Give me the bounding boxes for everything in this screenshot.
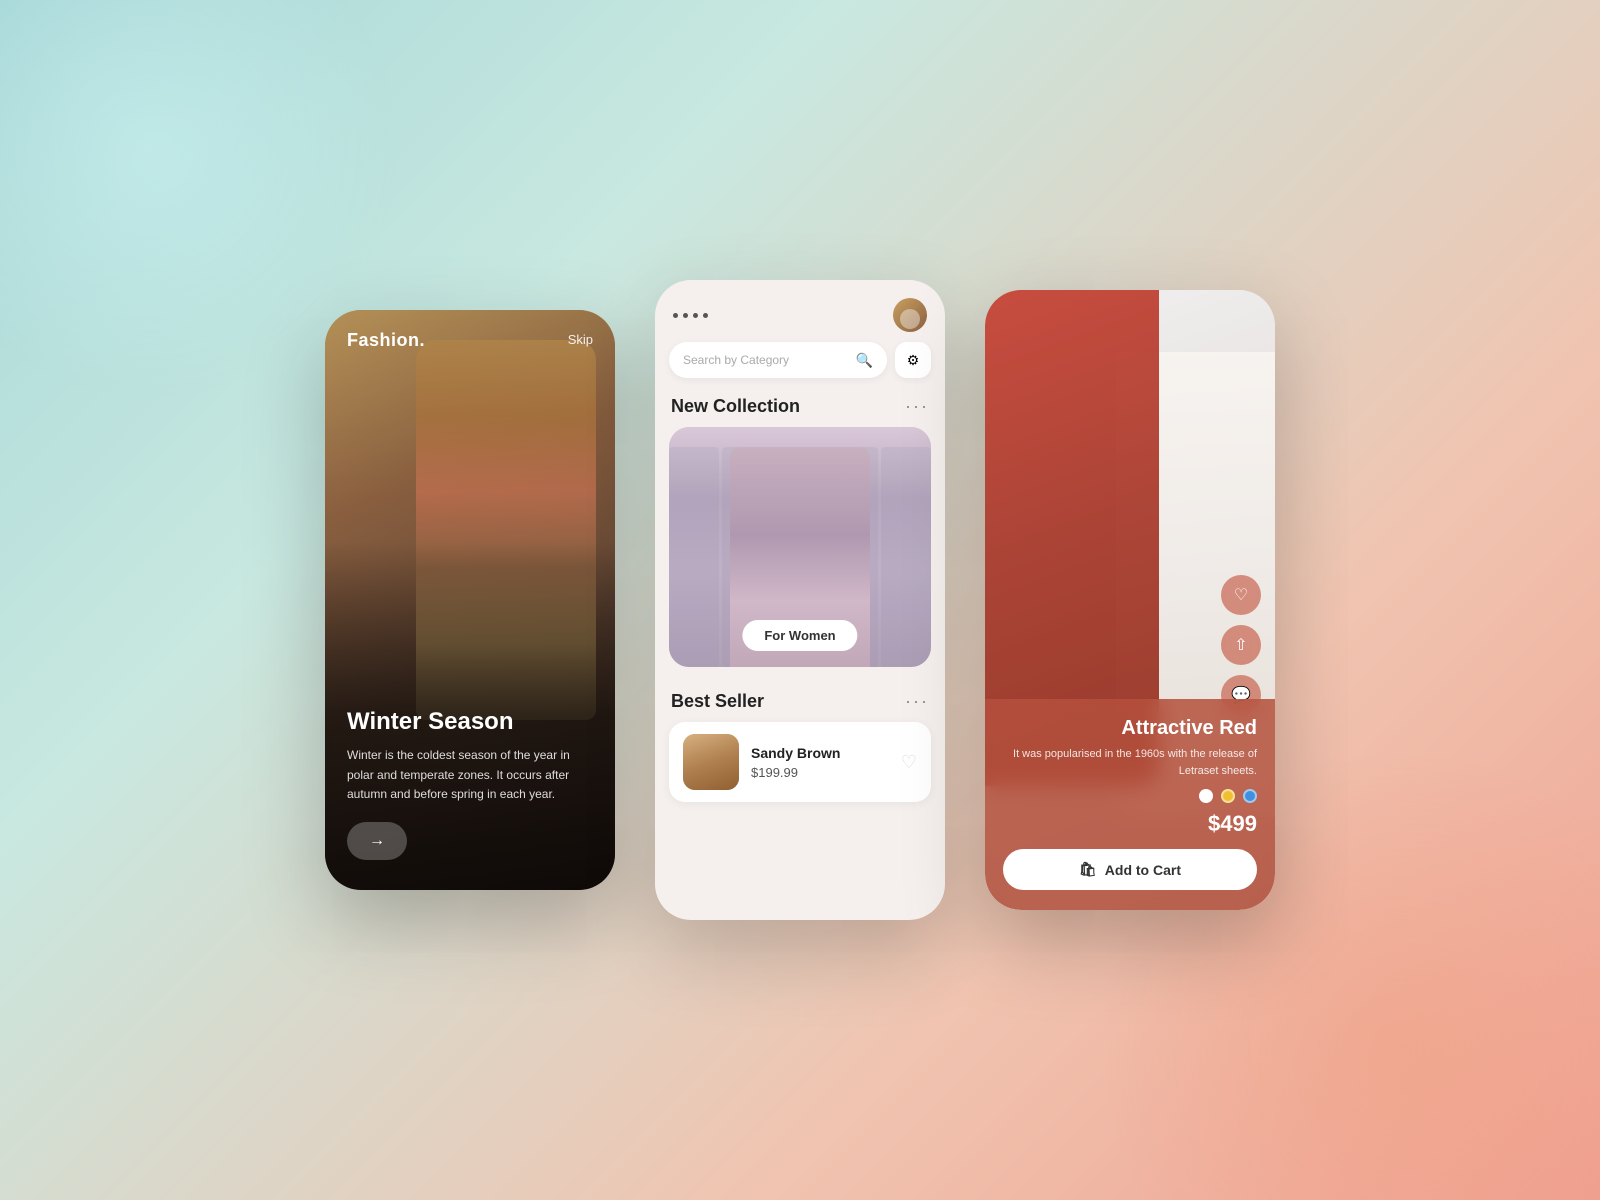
item-thumb-bg — [683, 734, 739, 790]
search-icon: 🔍 — [856, 352, 873, 369]
phone2-header — [655, 280, 945, 342]
dot4 — [703, 313, 708, 318]
dot3 — [693, 313, 698, 318]
splash-title: Winter Season — [347, 708, 593, 737]
bestseller-more[interactable]: ··· — [905, 691, 929, 712]
cart-icon: 🛍 — [1079, 861, 1097, 878]
dot1 — [673, 313, 678, 318]
avatar-face — [900, 309, 920, 329]
search-row: Search by Category 🔍 ⚙ — [655, 342, 945, 390]
bestseller-item[interactable]: Sandy Brown $199.99 ♡ — [669, 722, 931, 802]
item-name: Sandy Brown — [751, 745, 889, 761]
product-actions: ♡ ⇧ 💬 — [1221, 575, 1261, 715]
color-white[interactable] — [1199, 789, 1213, 803]
phone-1-splash: Fashion. Skip Winter Season Winter is th… — [325, 310, 615, 890]
bestseller-header: Best Seller ··· — [655, 685, 945, 722]
item-info: Sandy Brown $199.99 — [751, 745, 889, 780]
color-blue[interactable] — [1243, 789, 1257, 803]
product-price: $499 — [1003, 811, 1257, 837]
for-women-label: For Women — [742, 620, 857, 651]
new-collection-title: New Collection — [671, 396, 800, 417]
collection-card[interactable]: For Women — [669, 427, 931, 667]
filter-button[interactable]: ⚙ — [895, 342, 931, 378]
search-placeholder-text: Search by Category — [683, 353, 850, 367]
new-collection-more[interactable]: ··· — [905, 396, 929, 417]
dot2 — [683, 313, 688, 318]
item-price: $199.99 — [751, 765, 889, 780]
splash-description: Winter is the coldest season of the year… — [347, 746, 593, 804]
bestseller-title: Best Seller — [671, 691, 764, 712]
product-description: It was popularised in the 1960s with the… — [1003, 746, 1257, 779]
phone-2-category: Search by Category 🔍 ⚙ New Collection ··… — [655, 280, 945, 920]
product-share-button[interactable]: ⇧ — [1221, 625, 1261, 665]
product-heart-button[interactable]: ♡ — [1221, 575, 1261, 615]
phone-3-product: ♡ ⇧ 💬 Attractive Red It was popularised … — [985, 290, 1275, 910]
wishlist-button[interactable]: ♡ — [901, 752, 917, 773]
add-to-cart-button[interactable]: 🛍 Add to Cart — [1003, 849, 1257, 890]
bestseller-section: Best Seller ··· Sandy Brown $199.99 ♡ — [655, 681, 945, 802]
avatar[interactable] — [893, 298, 927, 332]
splash-content: Winter Season Winter is the coldest seas… — [325, 688, 615, 890]
product-title: Attractive Red — [1003, 717, 1257, 740]
search-box[interactable]: Search by Category 🔍 — [669, 342, 887, 378]
product-panel: Attractive Red It was popularised in the… — [985, 699, 1275, 910]
menu-dots-icon[interactable] — [673, 313, 708, 318]
new-collection-header: New Collection ··· — [655, 390, 945, 427]
color-options — [1003, 789, 1257, 803]
app-logo: Fashion. — [347, 330, 425, 351]
color-yellow[interactable] — [1221, 789, 1235, 803]
add-to-cart-label: Add to Cart — [1105, 862, 1181, 878]
next-button[interactable]: → — [347, 822, 407, 860]
item-thumbnail — [683, 734, 739, 790]
skip-button[interactable]: Skip — [568, 332, 593, 347]
